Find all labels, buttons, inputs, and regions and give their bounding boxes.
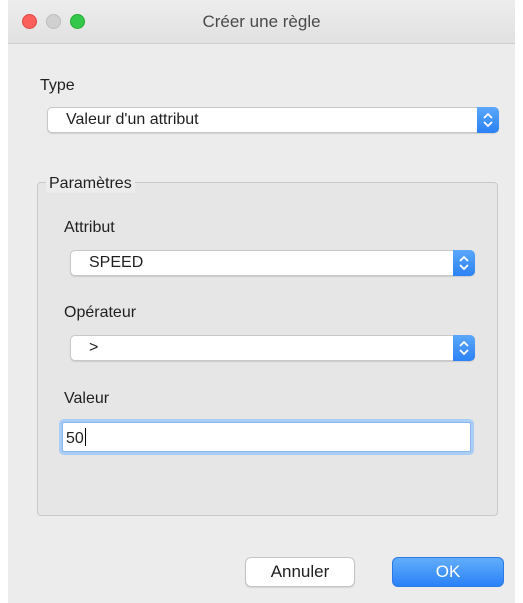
type-label: Type (40, 77, 75, 94)
attribute-label: Attribut (64, 219, 115, 236)
chevron-updown-icon (453, 335, 475, 361)
value-input[interactable]: 50 (62, 422, 471, 452)
value-input-content: 50 (66, 430, 84, 447)
chevron-updown-icon (453, 250, 475, 276)
value-label: Valeur (64, 390, 110, 407)
parameters-legend: Paramètres (46, 175, 135, 193)
chevron-updown-icon (477, 107, 499, 133)
ok-button[interactable]: OK (392, 557, 504, 587)
titlebar: Créer une règle (8, 0, 515, 44)
type-popup[interactable]: Valeur d'un attribut (47, 107, 499, 133)
operator-label: Opérateur (64, 304, 137, 321)
window-title: Créer une règle (202, 12, 321, 31)
operator-popup-value: > (89, 339, 99, 356)
attribute-popup-value: SPEED (89, 254, 144, 271)
text-caret (84, 428, 86, 446)
operator-popup[interactable]: > (70, 335, 475, 361)
attribute-popup[interactable]: SPEED (70, 250, 475, 276)
cancel-button[interactable]: Annuler (245, 557, 355, 587)
type-popup-value: Valeur d'un attribut (66, 111, 199, 128)
value-input-text: 50 (66, 428, 86, 448)
